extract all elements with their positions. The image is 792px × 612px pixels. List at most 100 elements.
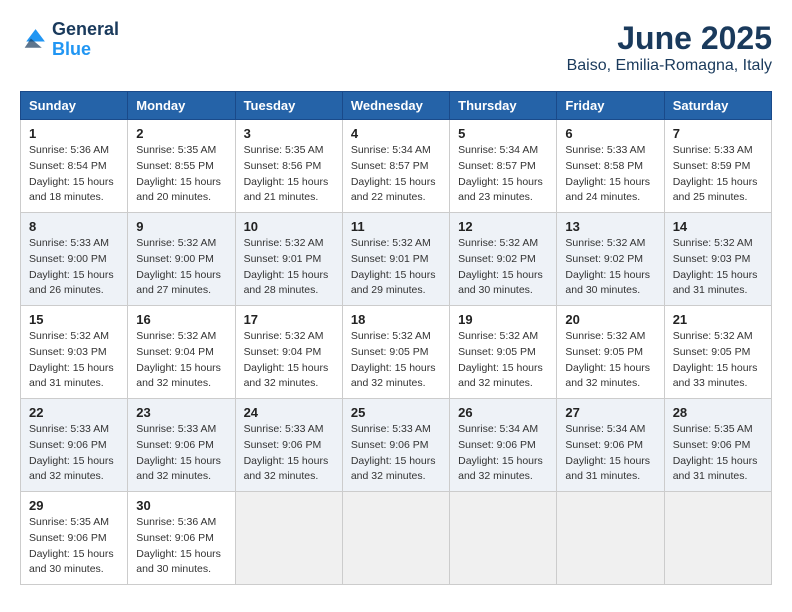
day-number: 25 [351,405,441,420]
logo: General Blue [20,20,119,60]
day-info: Sunrise: 5:32 AM Sunset: 9:00 PM Dayligh… [136,236,226,299]
col-header-saturday: Saturday [664,92,771,120]
day-number: 18 [351,312,441,327]
day-number: 7 [673,126,763,141]
day-info: Sunrise: 5:35 AM Sunset: 8:55 PM Dayligh… [136,143,226,206]
day-info: Sunrise: 5:33 AM Sunset: 9:06 PM Dayligh… [136,422,226,485]
day-info: Sunrise: 5:32 AM Sunset: 9:03 PM Dayligh… [29,329,119,392]
day-info: Sunrise: 5:32 AM Sunset: 9:04 PM Dayligh… [244,329,334,392]
day-number: 12 [458,219,548,234]
day-cell-14: 14Sunrise: 5:32 AM Sunset: 9:03 PM Dayli… [664,213,771,306]
day-number: 4 [351,126,441,141]
day-info: Sunrise: 5:32 AM Sunset: 9:05 PM Dayligh… [458,329,548,392]
day-cell-28: 28 Sunrise: 5:35 AM Sunset: 9:06 PM Dayli… [664,399,771,492]
day-number: 8 [29,219,119,234]
day-info: Sunrise: 5:34 AM Sunset: 9:06 PM Dayligh… [565,422,655,485]
col-header-sunday: Sunday [21,92,128,120]
day-info: Sunrise: 5:33 AM Sunset: 9:06 PM Dayligh… [29,422,119,485]
day-cell-17: 17 Sunrise: 5:32 AM Sunset: 9:04 PM Dayli… [235,306,342,399]
day-number: 30 [136,498,226,513]
day-info: Sunrise: 5:32 AM Sunset: 9:03 PM Dayligh… [673,236,763,299]
day-info: Sunrise: 5:34 AM Sunset: 9:06 PM Dayligh… [458,422,548,485]
day-cell-25: 25 Sunrise: 5:33 AM Sunset: 9:06 PM Dayli… [342,399,449,492]
day-number: 2 [136,126,226,141]
day-cell-27: 27 Sunrise: 5:34 AM Sunset: 9:06 PM Dayli… [557,399,664,492]
day-number: 10 [244,219,334,234]
day-cell-29: 29Sunrise: 5:35 AM Sunset: 9:06 PM Dayli… [21,492,128,585]
day-cell-4: 4 Sunrise: 5:34 AM Sunset: 8:57 PM Daylig… [342,120,449,213]
day-cell-21: 21 Sunrise: 5:32 AM Sunset: 9:05 PM Dayli… [664,306,771,399]
day-info: Sunrise: 5:34 AM Sunset: 8:57 PM Dayligh… [351,143,441,206]
day-cell-19: 19 Sunrise: 5:32 AM Sunset: 9:05 PM Dayli… [450,306,557,399]
empty-cell [450,492,557,585]
day-number: 22 [29,405,119,420]
title-block: June 2025 Baiso, Emilia-Romagna, Italy [567,20,772,75]
day-info: Sunrise: 5:32 AM Sunset: 9:05 PM Dayligh… [673,329,763,392]
col-header-friday: Friday [557,92,664,120]
page-header: General Blue June 2025 Baiso, Emilia-Rom… [20,20,772,75]
day-info: Sunrise: 5:33 AM Sunset: 9:06 PM Dayligh… [244,422,334,485]
day-cell-12: 12 Sunrise: 5:32 AM Sunset: 9:02 PM Dayli… [450,213,557,306]
day-number: 17 [244,312,334,327]
day-cell-24: 24 Sunrise: 5:33 AM Sunset: 9:06 PM Dayli… [235,399,342,492]
day-cell-5: 5 Sunrise: 5:34 AM Sunset: 8:57 PM Daylig… [450,120,557,213]
day-info: Sunrise: 5:36 AM Sunset: 8:54 PM Dayligh… [29,143,119,206]
day-number: 20 [565,312,655,327]
day-info: Sunrise: 5:32 AM Sunset: 9:04 PM Dayligh… [136,329,226,392]
day-number: 15 [29,312,119,327]
day-number: 9 [136,219,226,234]
day-cell-2: 2 Sunrise: 5:35 AM Sunset: 8:55 PM Daylig… [128,120,235,213]
day-number: 23 [136,405,226,420]
day-info: Sunrise: 5:33 AM Sunset: 8:59 PM Dayligh… [673,143,763,206]
col-header-wednesday: Wednesday [342,92,449,120]
day-number: 27 [565,405,655,420]
day-info: Sunrise: 5:32 AM Sunset: 9:05 PM Dayligh… [351,329,441,392]
day-cell-10: 10Sunrise: 5:32 AM Sunset: 9:01 PM Dayli… [235,213,342,306]
week-row-2: 8 Sunrise: 5:33 AM Sunset: 9:00 PM Daylig… [21,213,772,306]
day-cell-3: 3Sunrise: 5:35 AM Sunset: 8:56 PM Daylig… [235,120,342,213]
day-info: Sunrise: 5:32 AM Sunset: 9:05 PM Dayligh… [565,329,655,392]
day-number: 26 [458,405,548,420]
day-cell-20: 20 Sunrise: 5:32 AM Sunset: 9:05 PM Dayli… [557,306,664,399]
day-cell-15: 15 Sunrise: 5:32 AM Sunset: 9:03 PM Dayli… [21,306,128,399]
col-header-monday: Monday [128,92,235,120]
day-number: 1 [29,126,119,141]
day-info: Sunrise: 5:35 AM Sunset: 9:06 PM Dayligh… [673,422,763,485]
calendar-table: SundayMondayTuesdayWednesdayThursdayFrid… [20,91,772,585]
day-number: 16 [136,312,226,327]
logo-icon [20,26,48,54]
day-number: 3 [244,126,334,141]
day-cell-26: 26 Sunrise: 5:34 AM Sunset: 9:06 PM Dayli… [450,399,557,492]
day-info: Sunrise: 5:33 AM Sunset: 9:00 PM Dayligh… [29,236,119,299]
day-number: 28 [673,405,763,420]
week-row-3: 15 Sunrise: 5:32 AM Sunset: 9:03 PM Dayli… [21,306,772,399]
empty-cell [342,492,449,585]
day-number: 13 [565,219,655,234]
day-info: Sunrise: 5:32 AM Sunset: 9:02 PM Dayligh… [458,236,548,299]
week-row-5: 29Sunrise: 5:35 AM Sunset: 9:06 PM Dayli… [21,492,772,585]
col-header-thursday: Thursday [450,92,557,120]
day-number: 24 [244,405,334,420]
day-number: 5 [458,126,548,141]
day-info: Sunrise: 5:33 AM Sunset: 9:06 PM Dayligh… [351,422,441,485]
day-info: Sunrise: 5:32 AM Sunset: 9:01 PM Dayligh… [351,236,441,299]
empty-cell [557,492,664,585]
day-number: 19 [458,312,548,327]
day-info: Sunrise: 5:33 AM Sunset: 8:58 PM Dayligh… [565,143,655,206]
day-cell-8: 8 Sunrise: 5:33 AM Sunset: 9:00 PM Daylig… [21,213,128,306]
day-cell-11: 11 Sunrise: 5:32 AM Sunset: 9:01 PM Dayli… [342,213,449,306]
day-number: 21 [673,312,763,327]
week-row-4: 22 Sunrise: 5:33 AM Sunset: 9:06 PM Dayli… [21,399,772,492]
day-number: 29 [29,498,119,513]
day-cell-13: 13Sunrise: 5:32 AM Sunset: 9:02 PM Dayli… [557,213,664,306]
logo-text: General Blue [52,20,119,60]
day-info: Sunrise: 5:34 AM Sunset: 8:57 PM Dayligh… [458,143,548,206]
day-number: 11 [351,219,441,234]
col-header-tuesday: Tuesday [235,92,342,120]
week-row-1: 1 Sunrise: 5:36 AM Sunset: 8:54 PM Daylig… [21,120,772,213]
day-cell-6: 6Sunrise: 5:33 AM Sunset: 8:58 PM Daylig… [557,120,664,213]
empty-cell [664,492,771,585]
day-cell-7: 7 Sunrise: 5:33 AM Sunset: 8:59 PM Daylig… [664,120,771,213]
day-cell-1: 1 Sunrise: 5:36 AM Sunset: 8:54 PM Daylig… [21,120,128,213]
day-cell-23: 23 Sunrise: 5:33 AM Sunset: 9:06 PM Dayli… [128,399,235,492]
